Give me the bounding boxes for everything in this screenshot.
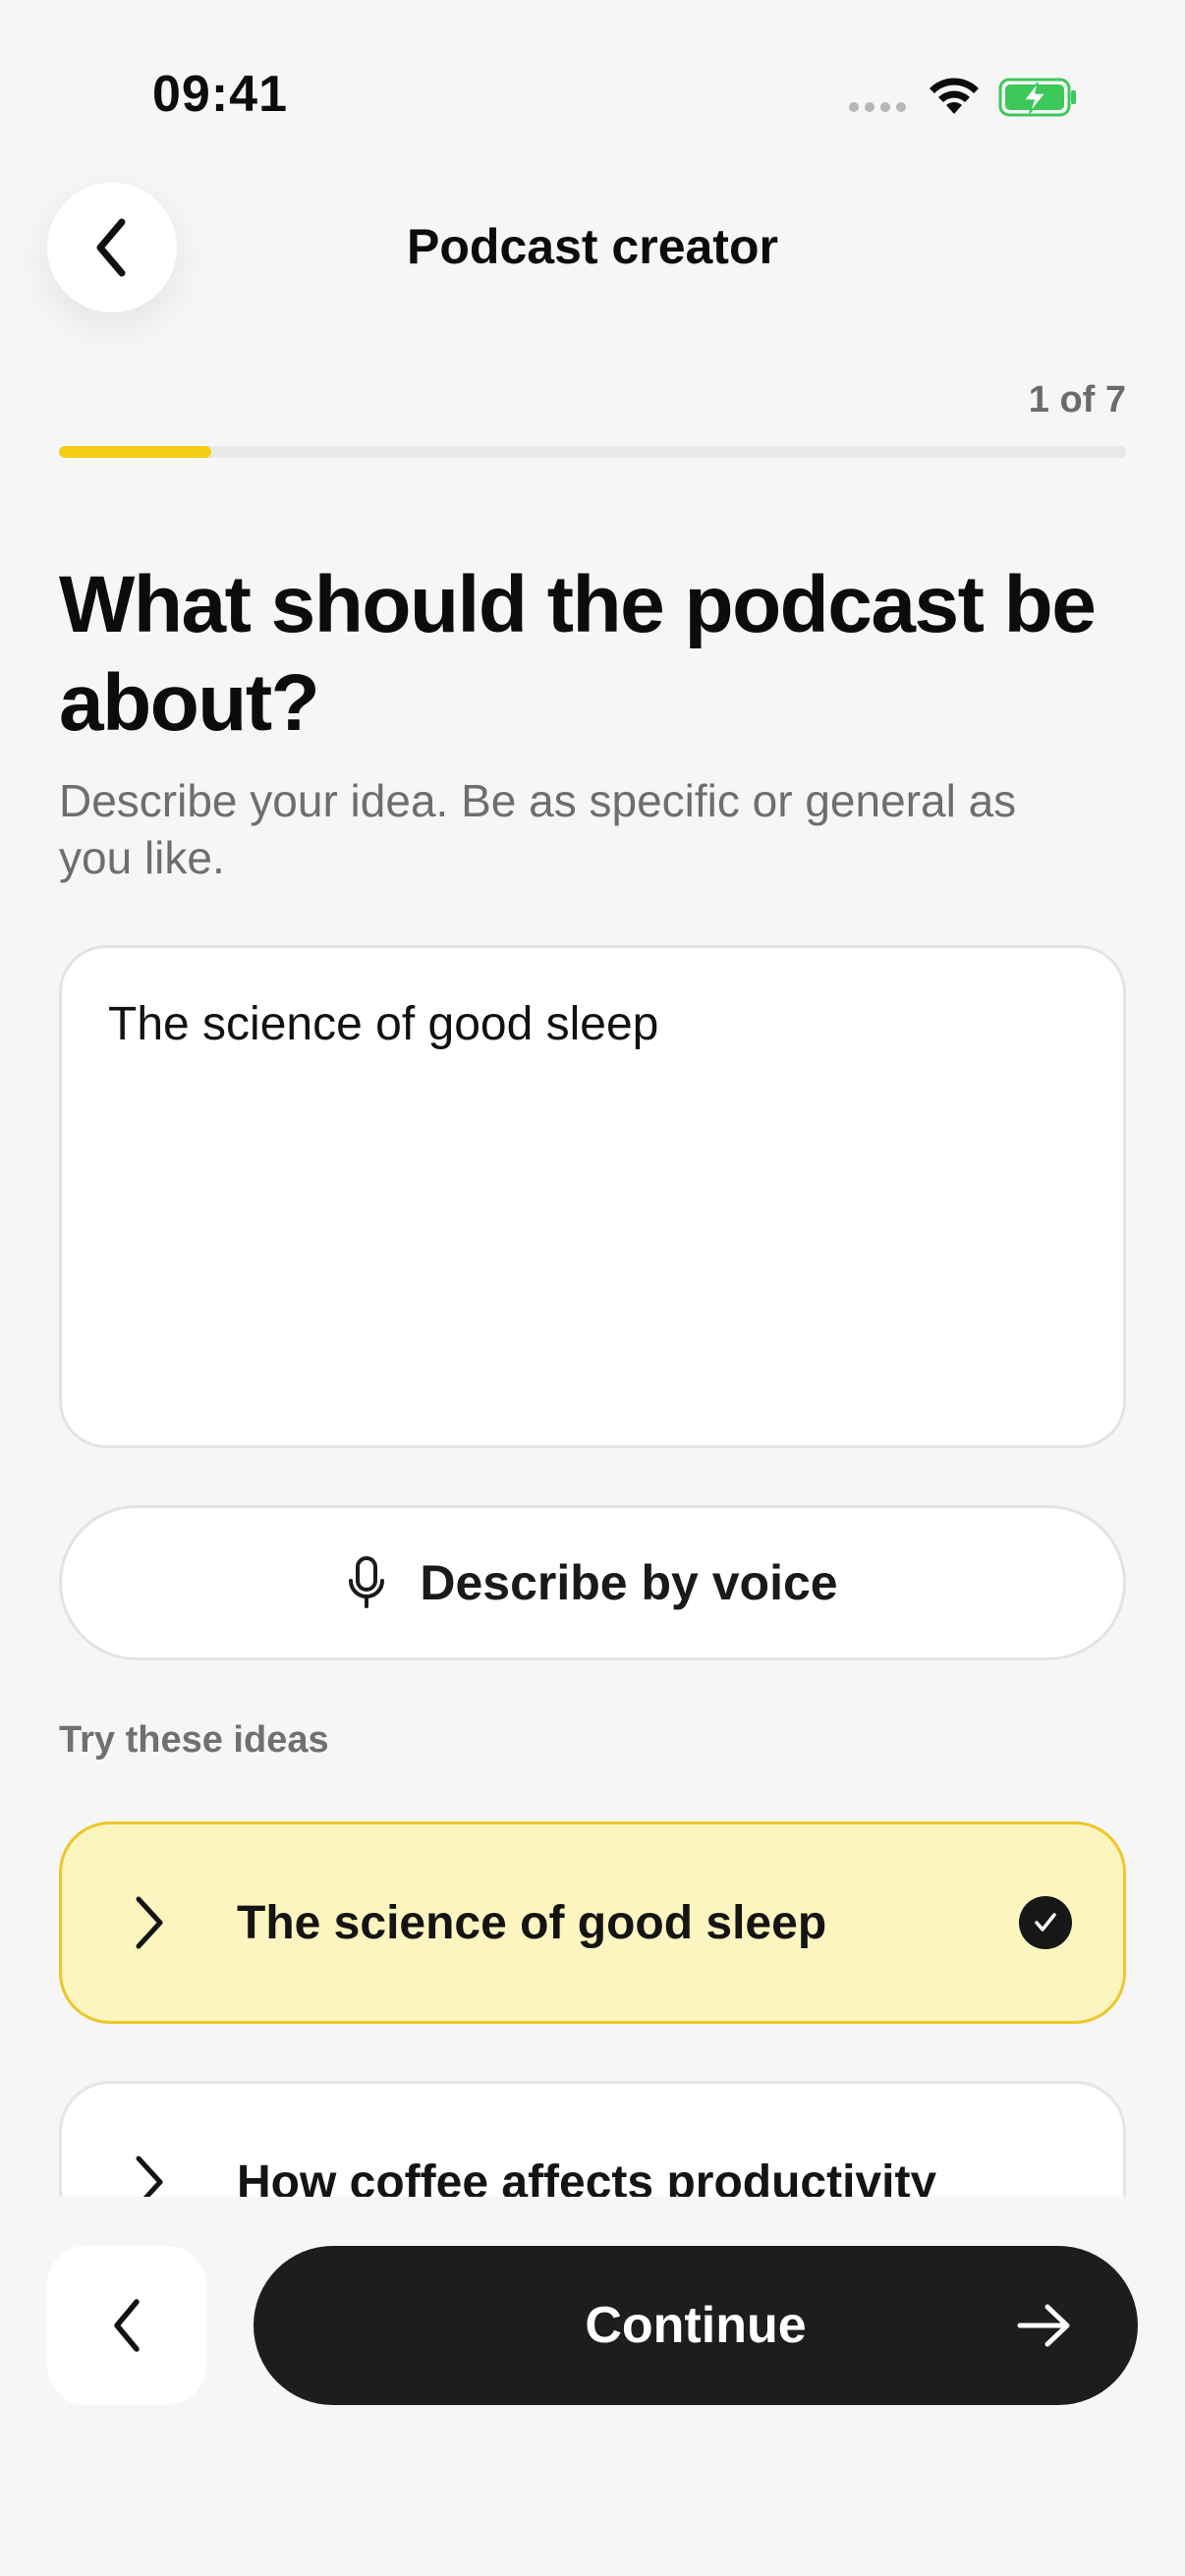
continue-label: Continue <box>585 2297 807 2354</box>
describe-by-voice-button[interactable]: Describe by voice <box>59 1505 1126 1660</box>
idea-item-label: The science of good sleep <box>237 1896 827 1949</box>
page-title: Podcast creator <box>407 219 778 274</box>
chevron-right-icon <box>136 1896 163 1949</box>
idea-textarea[interactable]: The science of good sleep <box>59 945 1126 1448</box>
progress-bar <box>59 446 1126 458</box>
chevron-left-icon <box>114 2299 140 2352</box>
footer-back-button[interactable] <box>47 2246 206 2405</box>
step-counter: 1 of 7 <box>1028 379 1126 420</box>
idea-item-selected[interactable]: The science of good sleep <box>59 1821 1126 2024</box>
progress-fill <box>59 446 212 458</box>
continue-button[interactable]: Continue <box>254 2246 1138 2405</box>
battery-charging-icon <box>998 78 1076 117</box>
question-subtitle: Describe your idea. Be as specific or ge… <box>59 775 1017 883</box>
idea-item-label: How coffee affects productivity <box>237 2156 937 2198</box>
status-bar: 09:41 <box>0 0 1185 187</box>
chevron-right-icon <box>136 2156 163 2197</box>
idea-textarea-value: The science of good sleep <box>108 998 659 1050</box>
status-time: 09:41 <box>152 66 288 123</box>
idea-item[interactable]: How coffee affects productivity <box>59 2081 1126 2197</box>
microphone-icon <box>349 1556 385 1608</box>
checkmark-icon <box>1019 1896 1072 1949</box>
ideas-section-label: Try these ideas <box>59 1719 329 1761</box>
wifi-icon <box>930 78 979 114</box>
ideas-list: The science of good sleep How coffee aff… <box>59 1821 1126 2197</box>
arrow-right-icon <box>1017 2304 1070 2347</box>
describe-by-voice-label: Describe by voice <box>420 1555 838 1610</box>
question-title: What should the podcast be about? <box>59 560 1097 748</box>
signal-dots-icon <box>849 102 906 112</box>
